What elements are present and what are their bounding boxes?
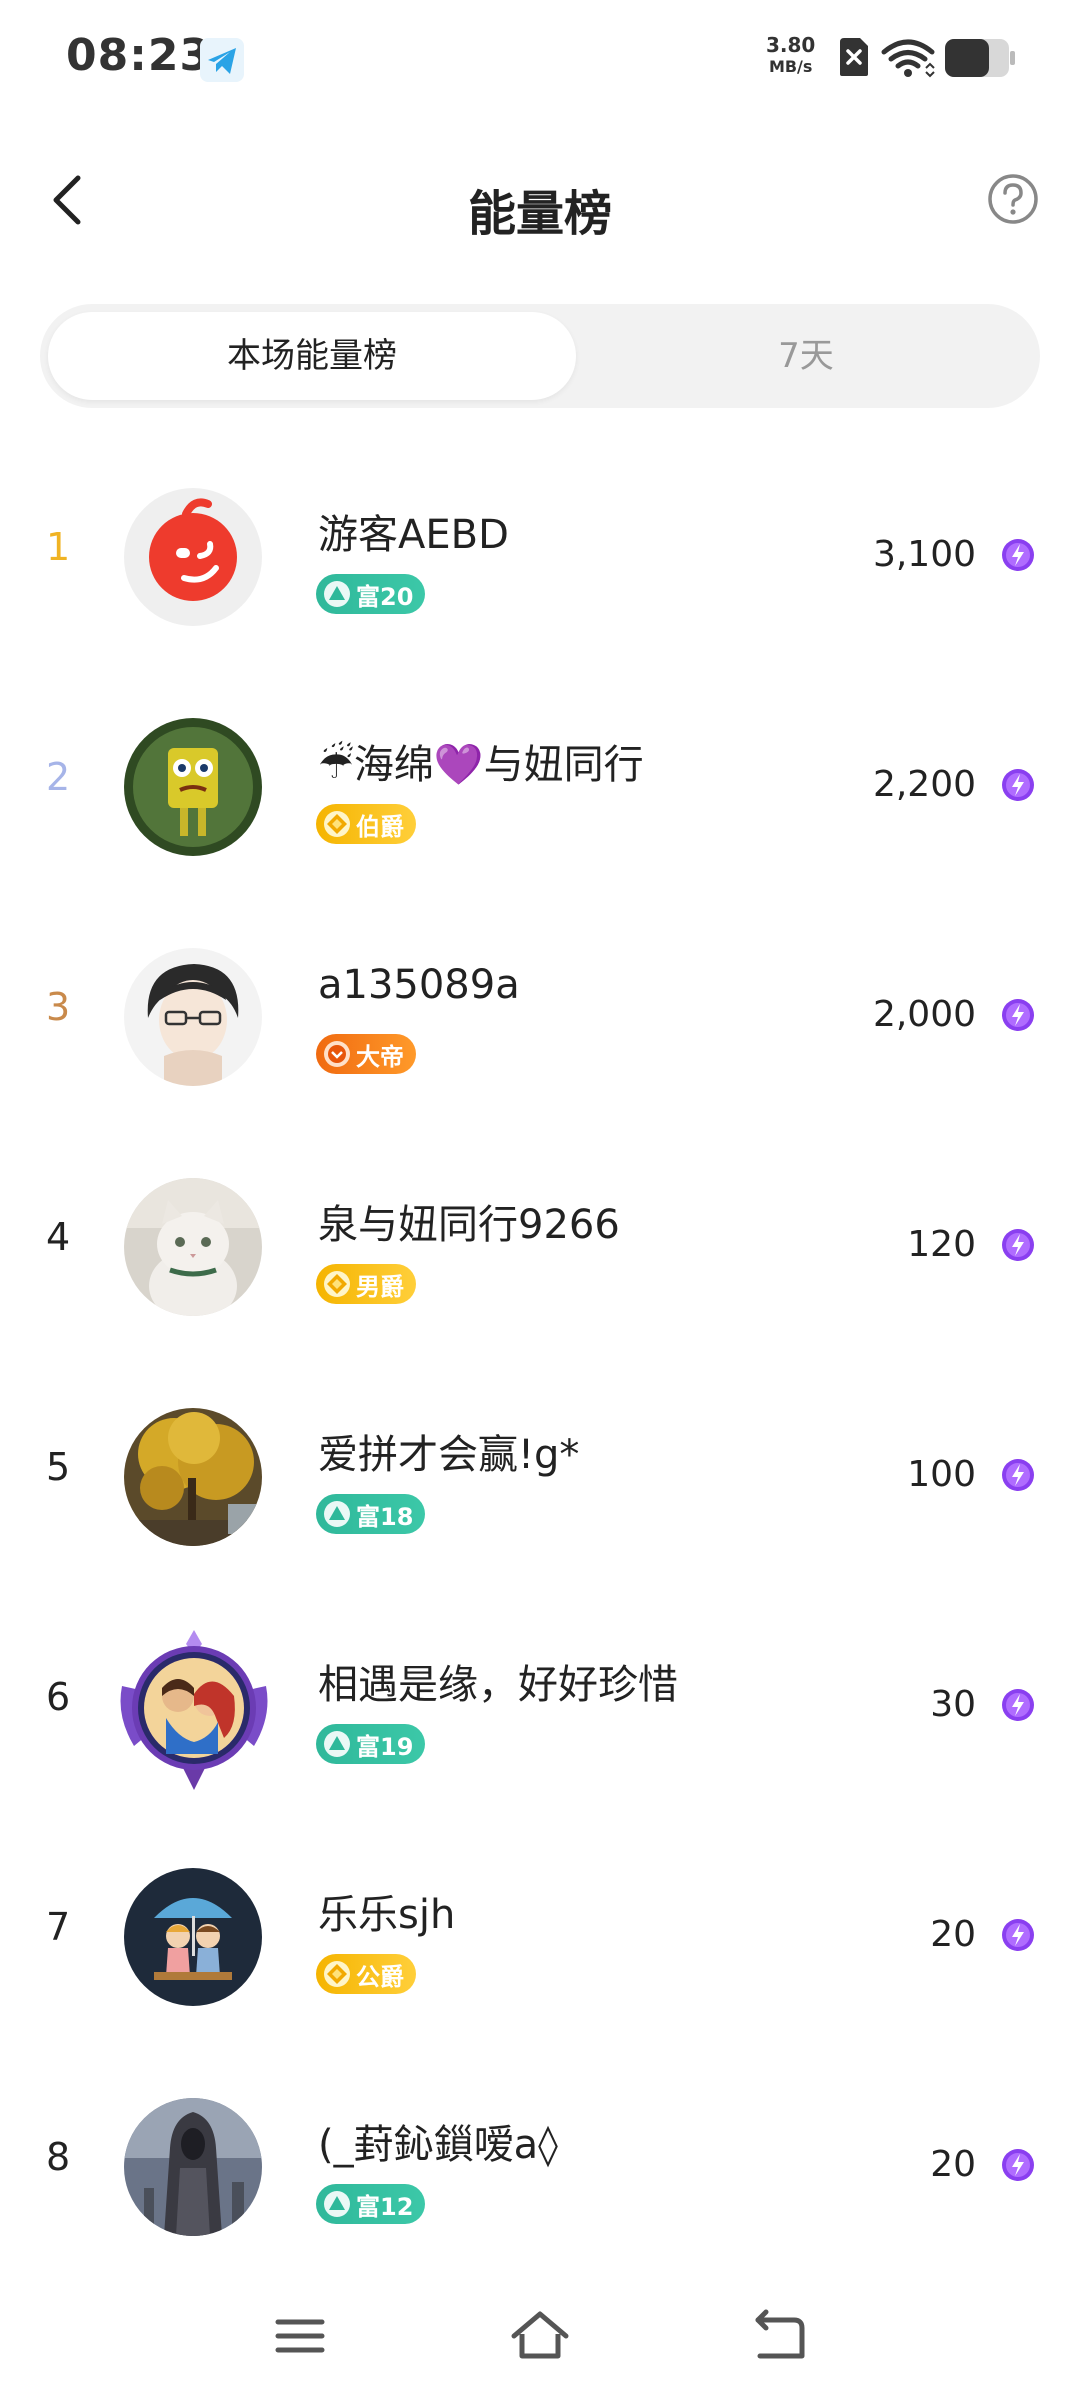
list-item[interactable]: 1 游客AEBD 富20 3,100 (0, 440, 1080, 670)
list-item[interactable]: 4 泉与妞同行9266 男爵 120 (0, 1130, 1080, 1360)
sim-off-icon (838, 36, 870, 78)
level-badge: 大帝 (316, 1034, 416, 1074)
home-button[interactable] (504, 2300, 576, 2372)
status-bar: 08:23 3.80 MB/s (0, 0, 1080, 110)
user-name: 相遇是缘，好好珍惜 (318, 1662, 678, 1708)
avatar[interactable] (124, 1408, 262, 1546)
list-item[interactable]: 7 乐乐sjh 公爵 20 (0, 1820, 1080, 2050)
menu-icon (275, 2319, 325, 2353)
list-item[interactable]: 3 a135089a 大帝 2,000 (0, 900, 1080, 1130)
energy-score: 100 (907, 1454, 976, 1495)
avatar[interactable] (124, 2098, 262, 2236)
level-badge: 富18 (316, 1494, 426, 1534)
page-title: 能量榜 (467, 186, 612, 242)
user-name: ☔海绵💜与妞同行 (318, 742, 644, 788)
energy-icon (1002, 1459, 1034, 1491)
tab-current-session[interactable]: 本场能量榜 (48, 312, 576, 400)
badge-label: 男爵 (356, 1272, 404, 1301)
badge-label: 伯爵 (356, 812, 404, 841)
user-name: (_葑鈊鎻嗳a◊ (318, 2122, 558, 2168)
help-circle-icon (988, 174, 1038, 224)
rank-number: 8 (46, 2135, 71, 2179)
rank-number: 7 (46, 1905, 71, 1949)
avatar[interactable] (124, 1178, 262, 1316)
noble-rank-icon (324, 811, 350, 837)
battery-icon (944, 38, 1016, 78)
energy-score: 3,100 (872, 534, 976, 575)
energy-icon (1002, 539, 1034, 571)
energy-icon (1002, 999, 1034, 1031)
avatar[interactable] (124, 1868, 262, 2006)
wealth-level-icon (324, 2191, 350, 2217)
menu-button[interactable] (264, 2300, 336, 2372)
level-badge: 男爵 (316, 1264, 416, 1304)
ranking-tabs: 本场能量榜 7天 (40, 304, 1040, 408)
energy-icon (1002, 1689, 1034, 1721)
badge-label: 公爵 (356, 1962, 404, 1991)
user-name: 乐乐sjh (318, 1892, 456, 1938)
energy-icon (1002, 769, 1034, 801)
badge-label: 大帝 (356, 1042, 404, 1071)
speed-unit: MB/s (768, 57, 813, 76)
energy-icon (1002, 1919, 1034, 1951)
energy-icon (1002, 1229, 1034, 1261)
user-name: 泉与妞同行9266 (318, 1202, 620, 1248)
badge-label: 富18 (356, 1502, 414, 1531)
list-item[interactable]: 6 相遇是缘，好好珍惜 富19 30 (0, 1590, 1080, 1820)
telegram-icon (200, 38, 244, 82)
level-badge: 伯爵 (316, 804, 416, 844)
wealth-level-icon (324, 581, 350, 607)
wealth-level-icon (324, 1501, 350, 1527)
user-name: a135089a (318, 962, 520, 1008)
wifi-icon (880, 38, 936, 80)
status-time: 08:23 (66, 30, 212, 81)
level-badge: 富12 (316, 2184, 426, 2224)
energy-icon (1002, 2149, 1034, 2181)
rank-number: 3 (46, 985, 71, 1029)
energy-score: 2,200 (872, 764, 976, 805)
rank-number: 5 (46, 1445, 71, 1489)
list-item[interactable]: 2 ☔海绵💜与妞同行 伯爵 2,200 (0, 670, 1080, 900)
wealth-level-icon (324, 1731, 350, 1757)
speed-value: 3.80 (766, 33, 816, 57)
user-name: 爱拼才会赢!g* (318, 1432, 580, 1478)
energy-score: 2,000 (872, 994, 976, 1035)
level-badge: 富19 (316, 1724, 426, 1764)
badge-label: 富20 (356, 582, 414, 611)
rank-number: 4 (46, 1215, 71, 1259)
energy-score: 20 (930, 2144, 976, 2185)
tab-7-days[interactable]: 7天 (580, 312, 1032, 400)
back-nav-button[interactable] (744, 2300, 816, 2372)
home-icon (511, 2311, 569, 2359)
back-nav-icon (755, 2309, 805, 2359)
level-badge: 富20 (316, 574, 426, 614)
avatar[interactable] (124, 948, 262, 1086)
help-button[interactable] (986, 172, 1040, 226)
rank-number: 2 (46, 755, 71, 799)
energy-score: 20 (930, 1914, 976, 1955)
user-name: 游客AEBD (318, 512, 509, 558)
rank-number: 6 (46, 1675, 71, 1719)
rank-number: 1 (46, 525, 71, 569)
list-item[interactable]: 5 爱拼才会赢!g* 富18 100 (0, 1360, 1080, 1590)
badge-label: 富19 (356, 1732, 414, 1761)
badge-label: 富12 (356, 2192, 414, 2221)
avatar[interactable] (124, 718, 262, 856)
avatar[interactable] (112, 1626, 276, 1790)
header: 能量榜 (0, 150, 1080, 260)
noble-rank-icon (324, 1961, 350, 1987)
list-item[interactable]: 8 (_葑鈊鎻嗳a◊ 富12 20 (0, 2050, 1080, 2280)
avatar[interactable] (124, 488, 262, 626)
energy-score: 30 (930, 1684, 976, 1725)
network-speed: 3.80 MB/s (766, 34, 815, 78)
level-badge: 公爵 (316, 1954, 416, 1994)
noble-rank-icon (324, 1271, 350, 1297)
system-nav-bar (0, 2280, 1080, 2400)
energy-score: 120 (907, 1224, 976, 1265)
noble-rank-icon (324, 1041, 350, 1067)
